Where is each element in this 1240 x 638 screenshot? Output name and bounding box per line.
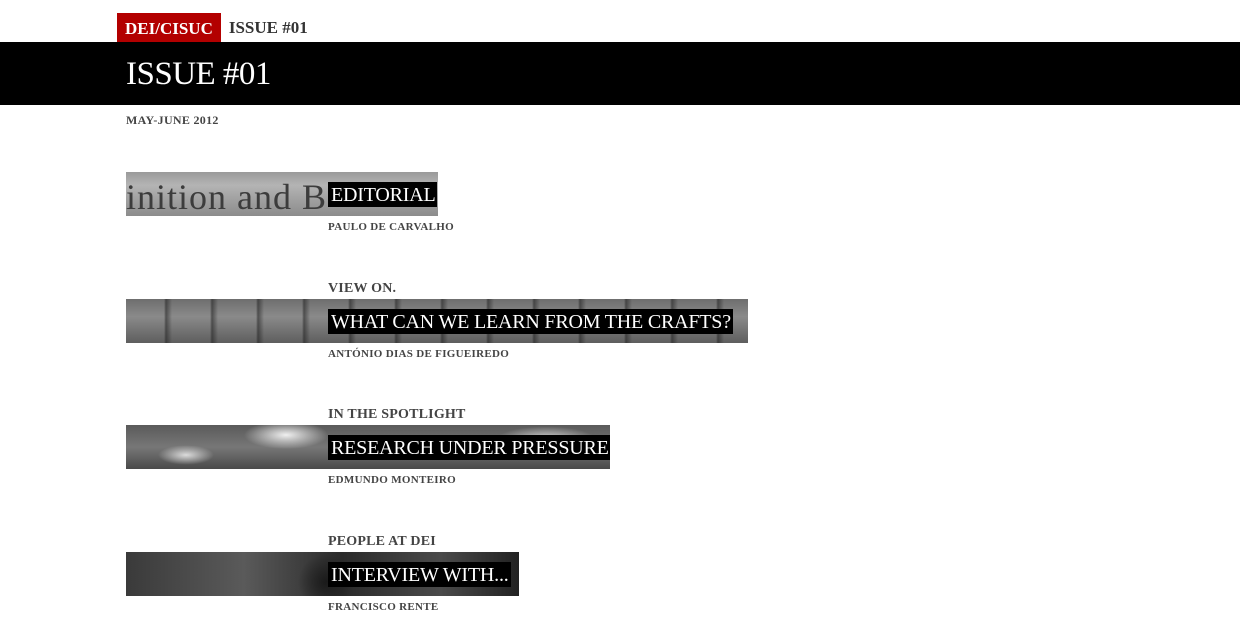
article-section-label: VIEW ON. (328, 281, 397, 296)
article-section-label: IN THE SPOTLIGHT (328, 407, 466, 422)
article-headline-link[interactable]: WHAT CAN WE LEARN FROM THE CRAFTS? (328, 309, 733, 334)
article-author: ANTÓNIO DIAS DE FIGUEIREDO (328, 348, 510, 360)
title-bar: ISSUE #01 (0, 42, 1240, 105)
banner-image-text: inition and B (126, 177, 327, 216)
article-author: FRANCISCO RENTE (328, 601, 439, 613)
issue-date: MAY-JUNE 2012 (126, 113, 219, 127)
article-banner[interactable]: RESEARCH UNDER PRESSURE (126, 425, 610, 469)
breadcrumb: DEI/CISUC ISSUE #01 (117, 13, 308, 42)
article-author: EDMUNDO MONTEIRO (328, 474, 456, 486)
issue-breadcrumb-link[interactable]: ISSUE #01 (229, 12, 308, 43)
article-banner[interactable]: inition and B EDITORIAL (126, 172, 438, 216)
article-headline-link[interactable]: EDITORIAL (328, 182, 438, 207)
site-home-link[interactable]: DEI/CISUC (117, 13, 221, 42)
article-banner[interactable]: WHAT CAN WE LEARN FROM THE CRAFTS? (126, 299, 748, 343)
page-title: ISSUE #01 (126, 56, 271, 92)
article-banner[interactable]: INTERVIEW WITH... (126, 552, 519, 596)
article-headline-link[interactable]: RESEARCH UNDER PRESSURE (328, 435, 610, 460)
article-author: PAULO DE CARVALHO (328, 221, 454, 233)
article-headline-link[interactable]: INTERVIEW WITH... (328, 562, 511, 587)
article-section-label: PEOPLE AT DEI (328, 534, 436, 549)
